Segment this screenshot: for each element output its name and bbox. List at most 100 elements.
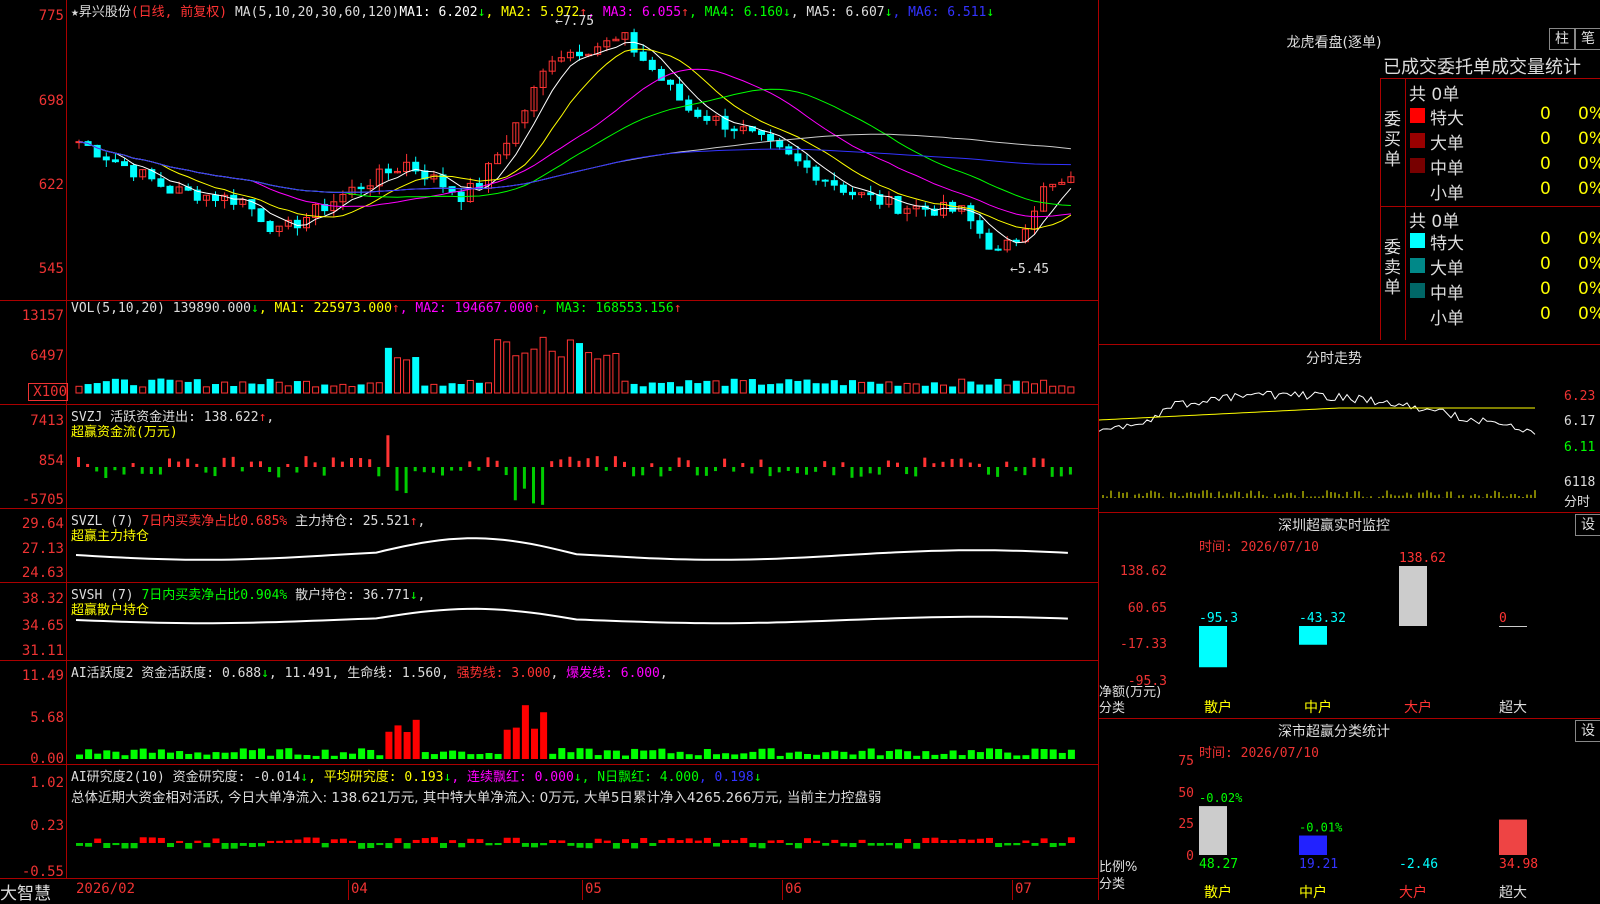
fund-flow-bar — [177, 461, 181, 467]
research-bar — [558, 840, 566, 843]
color-swatch — [1410, 183, 1425, 198]
order-count: 0 — [1540, 229, 1551, 249]
activity-bar — [949, 750, 957, 759]
research-bar — [157, 837, 165, 843]
activity-bar — [276, 749, 284, 759]
activity-bar — [631, 748, 639, 759]
ai-research-bars — [76, 837, 1075, 849]
volume-bar — [394, 357, 401, 394]
research-bar — [421, 838, 429, 843]
research-bar — [1067, 837, 1075, 843]
intraday-volume-unit: 分时 — [1564, 495, 1591, 510]
activity-bar — [804, 754, 811, 759]
volume-bar — [1040, 379, 1048, 394]
volume-bar — [1067, 386, 1075, 394]
activity-bar — [685, 754, 693, 759]
fund-flow-bar — [268, 467, 272, 472]
volume-bar — [403, 359, 411, 394]
volume-bar — [849, 380, 856, 394]
activity-bar — [121, 755, 129, 759]
activity-bar — [667, 753, 675, 759]
research-bar — [403, 843, 411, 849]
svzl-subtitle: 超赢主力持仓 — [71, 529, 150, 544]
title-segment: 爆发线: 6.000 — [566, 666, 660, 681]
title-segment: ↓ — [753, 770, 762, 785]
fund-flow-bar — [495, 460, 499, 467]
volume-bar — [940, 384, 947, 394]
fund-flow-bar — [759, 459, 763, 467]
activity-bar — [694, 755, 702, 759]
activity-bar — [139, 748, 147, 759]
activity-bar — [658, 748, 666, 759]
volume-bar — [594, 358, 602, 394]
fund-flow-bar — [259, 461, 262, 467]
right-panel: 龙虎看盘(逐单) 柱 笔 已成交委托单成交量统计 委买单 委卖单 共 0单 特大… — [1098, 0, 1600, 901]
research-bar — [612, 843, 620, 849]
candle-body — [839, 184, 847, 193]
fund-flow-bar — [331, 457, 335, 467]
title-segment: , — [659, 666, 668, 681]
fund-flow-bar — [240, 467, 244, 472]
title-segment: AI研究度2(10) 资金研究度: -0.014 — [71, 770, 301, 785]
category-label: 大户 — [1404, 700, 1432, 716]
research-bar — [367, 843, 375, 849]
fund-flow-bar — [795, 467, 799, 474]
volume-bar — [776, 383, 784, 394]
fund-flow-bar — [823, 461, 827, 467]
ai-research-title: AI研究度2(10) 资金研究度: -0.014↓, 平均研究度: 0.193↓… — [71, 766, 762, 785]
volume-bar — [612, 352, 620, 394]
date-tick — [348, 880, 349, 900]
fund-flow-bar — [950, 458, 954, 467]
fund-flow-bar — [1023, 467, 1027, 476]
research-bar — [831, 839, 839, 843]
research-bar — [931, 837, 939, 843]
research-bar — [813, 840, 821, 843]
fund-flow-bar — [158, 467, 162, 475]
activity-bar — [813, 754, 821, 759]
category-label: 超大 — [1499, 885, 1527, 901]
activity-bar — [858, 750, 866, 759]
volume-bar — [84, 384, 92, 394]
sz-class-settings-button[interactable]: 设 — [1575, 720, 1600, 742]
kline-canvas[interactable] — [0, 0, 1098, 900]
volume-bar — [75, 385, 83, 394]
order-count: 0 — [1540, 179, 1551, 199]
main-chart-area[interactable]: ★昇兴股份(日线, 前复权) MA(5,10,20,30,60,120)MA1:… — [0, 0, 1099, 904]
fund-flow-bar — [1050, 467, 1054, 477]
sz-monitor-chart[interactable]: -95.3 -43.32 138.62 0 — [1099, 550, 1600, 700]
research-bar — [867, 843, 875, 846]
research-bar — [440, 843, 447, 848]
dragon-title: 龙虎看盘(逐单) — [1286, 35, 1382, 51]
fund-flow-bar — [805, 467, 808, 475]
activity-bar — [421, 752, 429, 759]
ratio-change-label: -0.02% — [1199, 791, 1243, 805]
holding-line — [75, 607, 1068, 625]
research-bar — [640, 837, 648, 843]
fund-flow-bar — [814, 467, 818, 472]
ai-active-axis-label: 0.00 — [30, 751, 64, 767]
volume-bar — [867, 381, 875, 394]
order-percent: 0% — [1578, 154, 1600, 174]
candle-body — [230, 194, 238, 205]
research-bar — [521, 843, 529, 847]
research-bar — [139, 837, 147, 843]
volume-bar — [876, 383, 884, 394]
volume-bar — [639, 386, 647, 394]
activity-bar — [294, 754, 302, 759]
activity-bar — [758, 748, 766, 759]
pen-mode-button[interactable]: 笔 — [1575, 28, 1600, 50]
research-bar — [749, 843, 757, 848]
bar-mode-button[interactable]: 柱 — [1549, 28, 1575, 50]
dragon-tabs[interactable]: 已成交委托单成交量统计 — [1383, 53, 1581, 79]
research-bar — [585, 843, 593, 849]
net-amount-bar — [1499, 626, 1527, 627]
volume-bar — [621, 380, 629, 394]
sz-monitor-settings-button[interactable]: 设 — [1575, 514, 1600, 536]
fund-flow-bar — [368, 459, 372, 467]
candle-body — [639, 51, 647, 61]
title-segment: 主力持仓: 25.521 — [287, 514, 410, 529]
svsh-line — [75, 607, 1068, 625]
intraday-chart[interactable] — [1099, 370, 1600, 510]
volume-bar — [721, 385, 729, 394]
activity-bar — [1049, 749, 1057, 759]
